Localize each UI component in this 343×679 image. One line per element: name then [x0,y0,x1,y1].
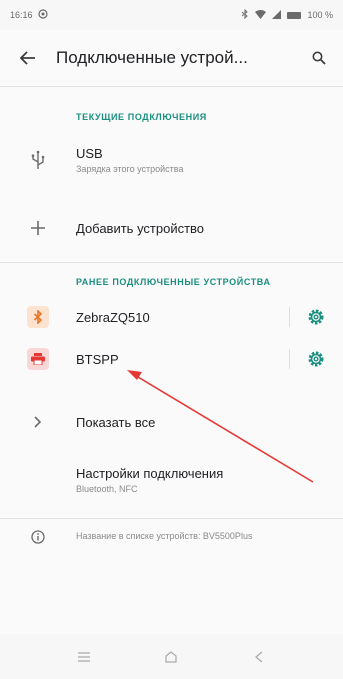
menu-icon [77,651,90,662]
signal-icon [272,9,282,21]
search-button[interactable] [295,30,343,86]
show-all-item[interactable]: Показать все [0,400,343,444]
app-bar: Подключенные устрой... [0,30,343,86]
notification-icon [37,9,48,21]
chevron-right-icon [34,416,42,428]
status-time: 16:16 [10,10,33,20]
section-divider [0,262,343,263]
add-device-label: Добавить устройство [76,220,205,236]
device-item-btspp[interactable]: BTSPP [0,339,343,379]
printer-icon [27,348,49,370]
home-button[interactable] [151,637,191,677]
section-divider [0,518,343,519]
add-device-item[interactable]: Добавить устройство [0,206,343,250]
page-title: Подключенные устрой... [56,48,248,67]
device-name: BTSPP [76,351,119,367]
usb-title: USB [76,146,103,161]
gear-icon [308,351,324,367]
battery-icon [287,11,302,19]
section-header-current: Текущие подключения [76,112,207,122]
device-name-info: Название в списке устройств: BV5500Plus [0,528,343,568]
device-name-info-text: Название в списке устройств: BV5500Plus [76,531,253,541]
status-bar: 16:16 100 % [0,0,343,30]
navigation-bar [0,634,343,679]
bluetooth-status-icon [241,8,249,21]
connection-settings-subtitle: Bluetooth, NFC [76,484,138,494]
home-icon [165,650,178,663]
connection-settings-item[interactable]: Настройки подключения Bluetooth, NFC [0,452,343,508]
section-header-previous: Ранее подключенные устройства [76,277,271,287]
back-button[interactable] [0,30,56,86]
connection-settings-title: Настройки подключения [76,466,224,481]
usb-connection-item[interactable]: USB Зарядка этого устройства [0,132,343,188]
screen: 16:16 100 % Подключенные устрой... ТЕКУЩ… [0,0,343,679]
app-bar-divider [0,86,343,87]
usb-icon [31,150,45,169]
menu-button[interactable] [64,637,104,677]
show-all-label: Показать все [76,414,156,430]
search-icon [312,51,326,65]
device-settings-button[interactable] [289,339,343,379]
device-name: ZebraZQ510 [76,309,150,325]
device-item-zebrazq510[interactable]: ZebraZQ510 [0,297,343,337]
device-settings-button[interactable] [289,297,343,337]
battery-percent: 100 % [307,10,333,20]
arrow-back-icon [20,51,35,65]
bluetooth-icon [27,306,49,328]
gear-icon [308,309,324,325]
nav-back-button[interactable] [239,637,279,677]
nav-back-icon [255,651,263,662]
usb-subtitle: Зарядка этого устройства [76,164,184,174]
plus-icon [31,221,45,235]
wifi-icon [255,9,267,21]
info-icon [31,530,45,544]
